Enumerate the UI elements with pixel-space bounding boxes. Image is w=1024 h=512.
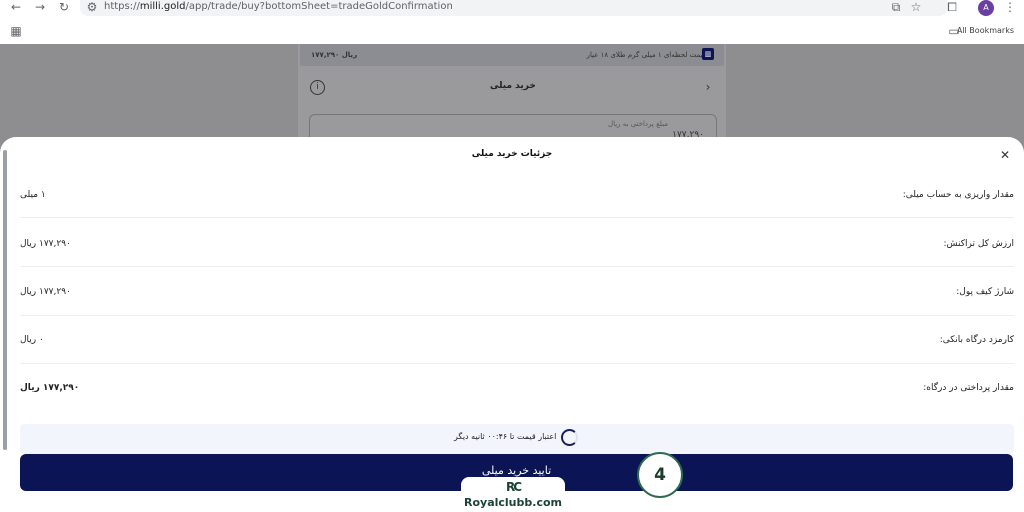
detail-label: مقدار واریزی به حساب میلی: [902, 190, 1014, 200]
detail-label: مقدار پرداختی در درگاه: [923, 383, 1014, 393]
gold-logo-icon: ▥ [702, 48, 714, 60]
bookmarks-bar: ▦ [0, 20, 1024, 44]
sheet-title: جزئیات خرید میلی [471, 149, 553, 159]
site-info-icon[interactable]: ⚙ [84, 0, 100, 16]
extensions-icon[interactable]: ⧠ [944, 0, 960, 16]
divider [20, 315, 1014, 316]
detail-value: ۱۷۷,۲۹۰ ریال [20, 239, 71, 249]
detail-value: ۰ ریال [20, 335, 44, 345]
browser-toolbar: ← → ↻ ⚙ https://milli.gold/app/trade/buy… [0, 0, 1024, 20]
detail-row-deposit: مقدار واریزی به حساب میلی: ۱ میلی [20, 190, 1014, 238]
countdown-spinner-icon [561, 429, 578, 446]
detail-value: ۱۷۷,۲۹۰ ریال [20, 287, 71, 297]
price-validity-text: اعتبار قیمت تا ۰۰:۴۶ ثانیه دیگر [454, 432, 557, 441]
profile-avatar[interactable]: A [978, 0, 994, 16]
detail-label: شارژ کیف پول: [956, 287, 1014, 297]
detail-label: ارزش کل تراکنش: [943, 239, 1014, 249]
chevron-right-icon[interactable]: › [700, 80, 716, 96]
divider [20, 217, 1014, 218]
apps-grid-icon[interactable]: ▦ [8, 24, 24, 40]
background-price-text: قیمت لحظه‌ای ۱ میلی گرم طلای ۱۸ عیار [586, 51, 706, 59]
url-text: https://milli.gold/app/trade/buy?bottomS… [104, 1, 453, 12]
background-price-value: ۱۷۷,۲۹۰ ریال [311, 51, 358, 59]
divider [20, 266, 1014, 267]
detail-value: ۱۷۷,۲۹۰ ریال [20, 383, 80, 393]
reload-icon[interactable]: ↻ [56, 0, 72, 16]
forward-icon[interactable]: → [32, 0, 48, 16]
detail-row-wallet-charge: شارژ کیف پول: ۱۷۷,۲۹۰ ریال [20, 287, 1014, 335]
detail-value: ۱ میلی [20, 190, 46, 200]
star-icon[interactable]: ☆ [908, 0, 924, 16]
menu-icon[interactable]: ⋮ [1002, 0, 1018, 16]
step-number-badge: 4 [637, 452, 683, 498]
close-icon[interactable]: ✕ [998, 148, 1012, 162]
watermark-mark: RC [505, 480, 522, 494]
detail-row-total-value: ارزش کل تراکنش: ۱۷۷,۲۹۰ ریال [20, 239, 1014, 287]
install-app-icon[interactable]: ⧉ [888, 0, 904, 16]
background-input-label: مبلغ پرداختی به ریال [608, 120, 668, 128]
confirm-purchase-label: تایید خرید میلی [481, 464, 552, 477]
watermark-text: Royalclubb.com [464, 496, 562, 509]
info-icon[interactable]: i [310, 80, 325, 95]
detail-label: کارمزد درگاه بانکی: [939, 335, 1014, 345]
watermark-logo: RC Royalclubb.com [461, 477, 565, 512]
background-page-title: خرید میلی [490, 81, 536, 91]
divider [20, 363, 1014, 364]
scrollbar[interactable] [3, 150, 7, 450]
all-bookmarks-link[interactable]: All Bookmarks [957, 26, 1014, 35]
detail-row-gateway-fee: کارمزد درگاه بانکی: ۰ ریال [20, 335, 1014, 383]
back-icon[interactable]: ← [8, 0, 24, 16]
